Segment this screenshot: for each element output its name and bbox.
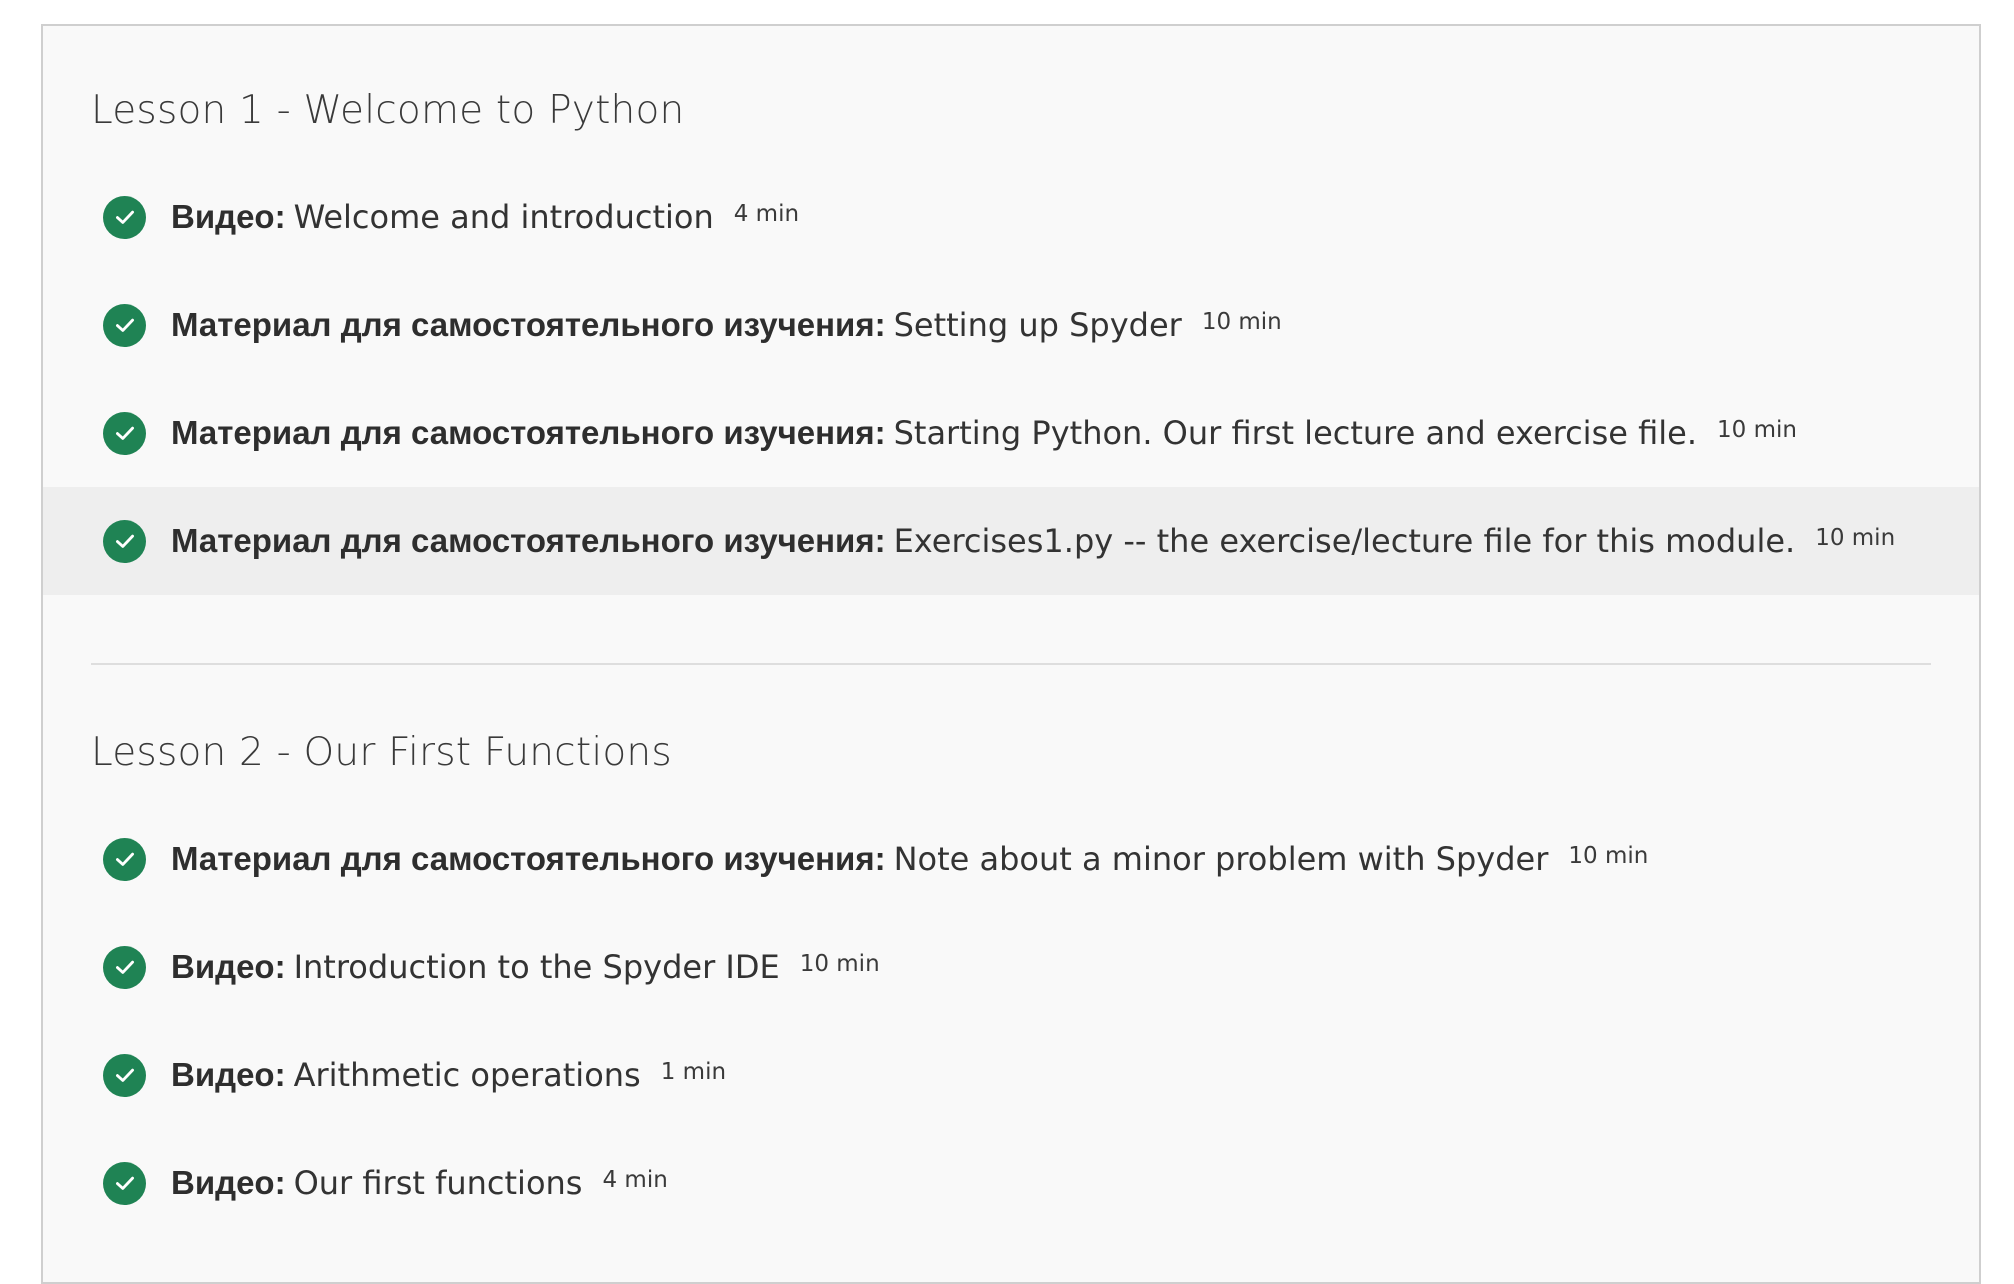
item-duration: 10 min xyxy=(1201,309,1282,335)
item-type: Видео: xyxy=(171,948,286,985)
lesson-item[interactable]: Видео: Introduction to the Spyder IDE 10 … xyxy=(43,913,1979,1021)
item-duration: 10 min xyxy=(1815,525,1896,551)
item-text: Видео: Introduction to the Spyder IDE xyxy=(171,948,780,986)
lesson-title: Lesson 2 - Our First Functions xyxy=(91,730,672,775)
check-circle-icon xyxy=(103,1161,146,1205)
lesson-item[interactable]: Материал для самостоятельного изучения: S… xyxy=(43,379,1979,487)
check-circle-icon xyxy=(103,411,146,455)
item-duration: 10 min xyxy=(799,951,880,977)
lesson-title: Lesson 1 - Welcome to Python xyxy=(91,88,685,133)
item-text: Материал для самостоятельного изучения: N… xyxy=(171,840,1548,878)
item-duration: 10 min xyxy=(1717,417,1797,443)
lesson-items: Видео: Welcome and introduction 4 min Мат… xyxy=(43,163,1979,595)
lesson-item[interactable]: Видео: Our first functions 4 min xyxy=(43,1129,1979,1237)
check-circle-icon xyxy=(103,837,146,881)
item-duration: 4 min xyxy=(733,201,800,227)
item-name: Our first functions xyxy=(293,1164,583,1202)
item-duration: 4 min xyxy=(602,1167,668,1193)
item-type: Материал для самостоятельного изучения: xyxy=(171,840,886,877)
item-duration: 1 min xyxy=(660,1059,727,1085)
lesson-item[interactable]: Материал для самостоятельного изучения: N… xyxy=(43,805,1979,913)
item-name: Welcome and introduction xyxy=(293,198,714,236)
item-name: Exercises1.py -- the exercise/lecture fi… xyxy=(893,522,1796,560)
item-type: Материал для самостоятельного изучения: xyxy=(171,306,886,343)
lesson-item[interactable]: Видео: Arithmetic operations 1 min xyxy=(43,1021,1979,1129)
item-name: Setting up Spyder xyxy=(893,306,1182,344)
lesson-divider xyxy=(91,663,1931,665)
item-name: Introduction to the Spyder IDE xyxy=(293,948,780,986)
item-type: Материал для самостоятельного изучения: xyxy=(171,522,886,559)
item-text: Видео: Arithmetic operations xyxy=(171,1056,641,1094)
lesson-item[interactable]: Видео: Welcome and introduction 4 min xyxy=(43,163,1979,271)
item-name: Note about a minor problem with Spyder xyxy=(893,840,1549,878)
item-duration: 10 min xyxy=(1568,843,1649,869)
lesson-item[interactable]: Материал для самостоятельного изучения: S… xyxy=(43,271,1979,379)
item-name: Arithmetic operations xyxy=(293,1056,641,1094)
item-text: Материал для самостоятельного изучения: E… xyxy=(171,522,1795,560)
item-text: Видео: Our first functions xyxy=(171,1164,582,1202)
item-text: Материал для самостоятельного изучения: S… xyxy=(171,306,1182,344)
item-type: Видео: xyxy=(171,1056,286,1093)
check-circle-icon xyxy=(103,945,146,989)
lesson-item-hovered[interactable]: Материал для самостоятельного изучения: E… xyxy=(43,487,1979,595)
check-circle-icon xyxy=(103,195,146,239)
item-type: Материал для самостоятельного изучения: xyxy=(171,414,886,451)
check-circle-icon xyxy=(103,1053,146,1097)
item-text: Материал для самостоятельного изучения: S… xyxy=(171,414,1697,452)
lesson-items: Материал для самостоятельного изучения: N… xyxy=(43,805,1979,1237)
item-text: Видео: Welcome and introduction xyxy=(171,198,714,236)
item-type: Видео: xyxy=(171,1164,286,1201)
check-circle-icon xyxy=(103,519,146,563)
lesson-2: Lesson 2 - Our First Functions Материал … xyxy=(43,723,1979,1237)
item-name: Starting Python. Our first lecture and e… xyxy=(893,414,1697,452)
course-week-panel: Lesson 1 - Welcome to Python Видео: Welco… xyxy=(41,24,1981,1284)
item-type: Видео: xyxy=(171,198,286,235)
check-circle-icon xyxy=(103,303,146,347)
lesson-1: Lesson 1 - Welcome to Python Видео: Welco… xyxy=(43,81,1979,595)
